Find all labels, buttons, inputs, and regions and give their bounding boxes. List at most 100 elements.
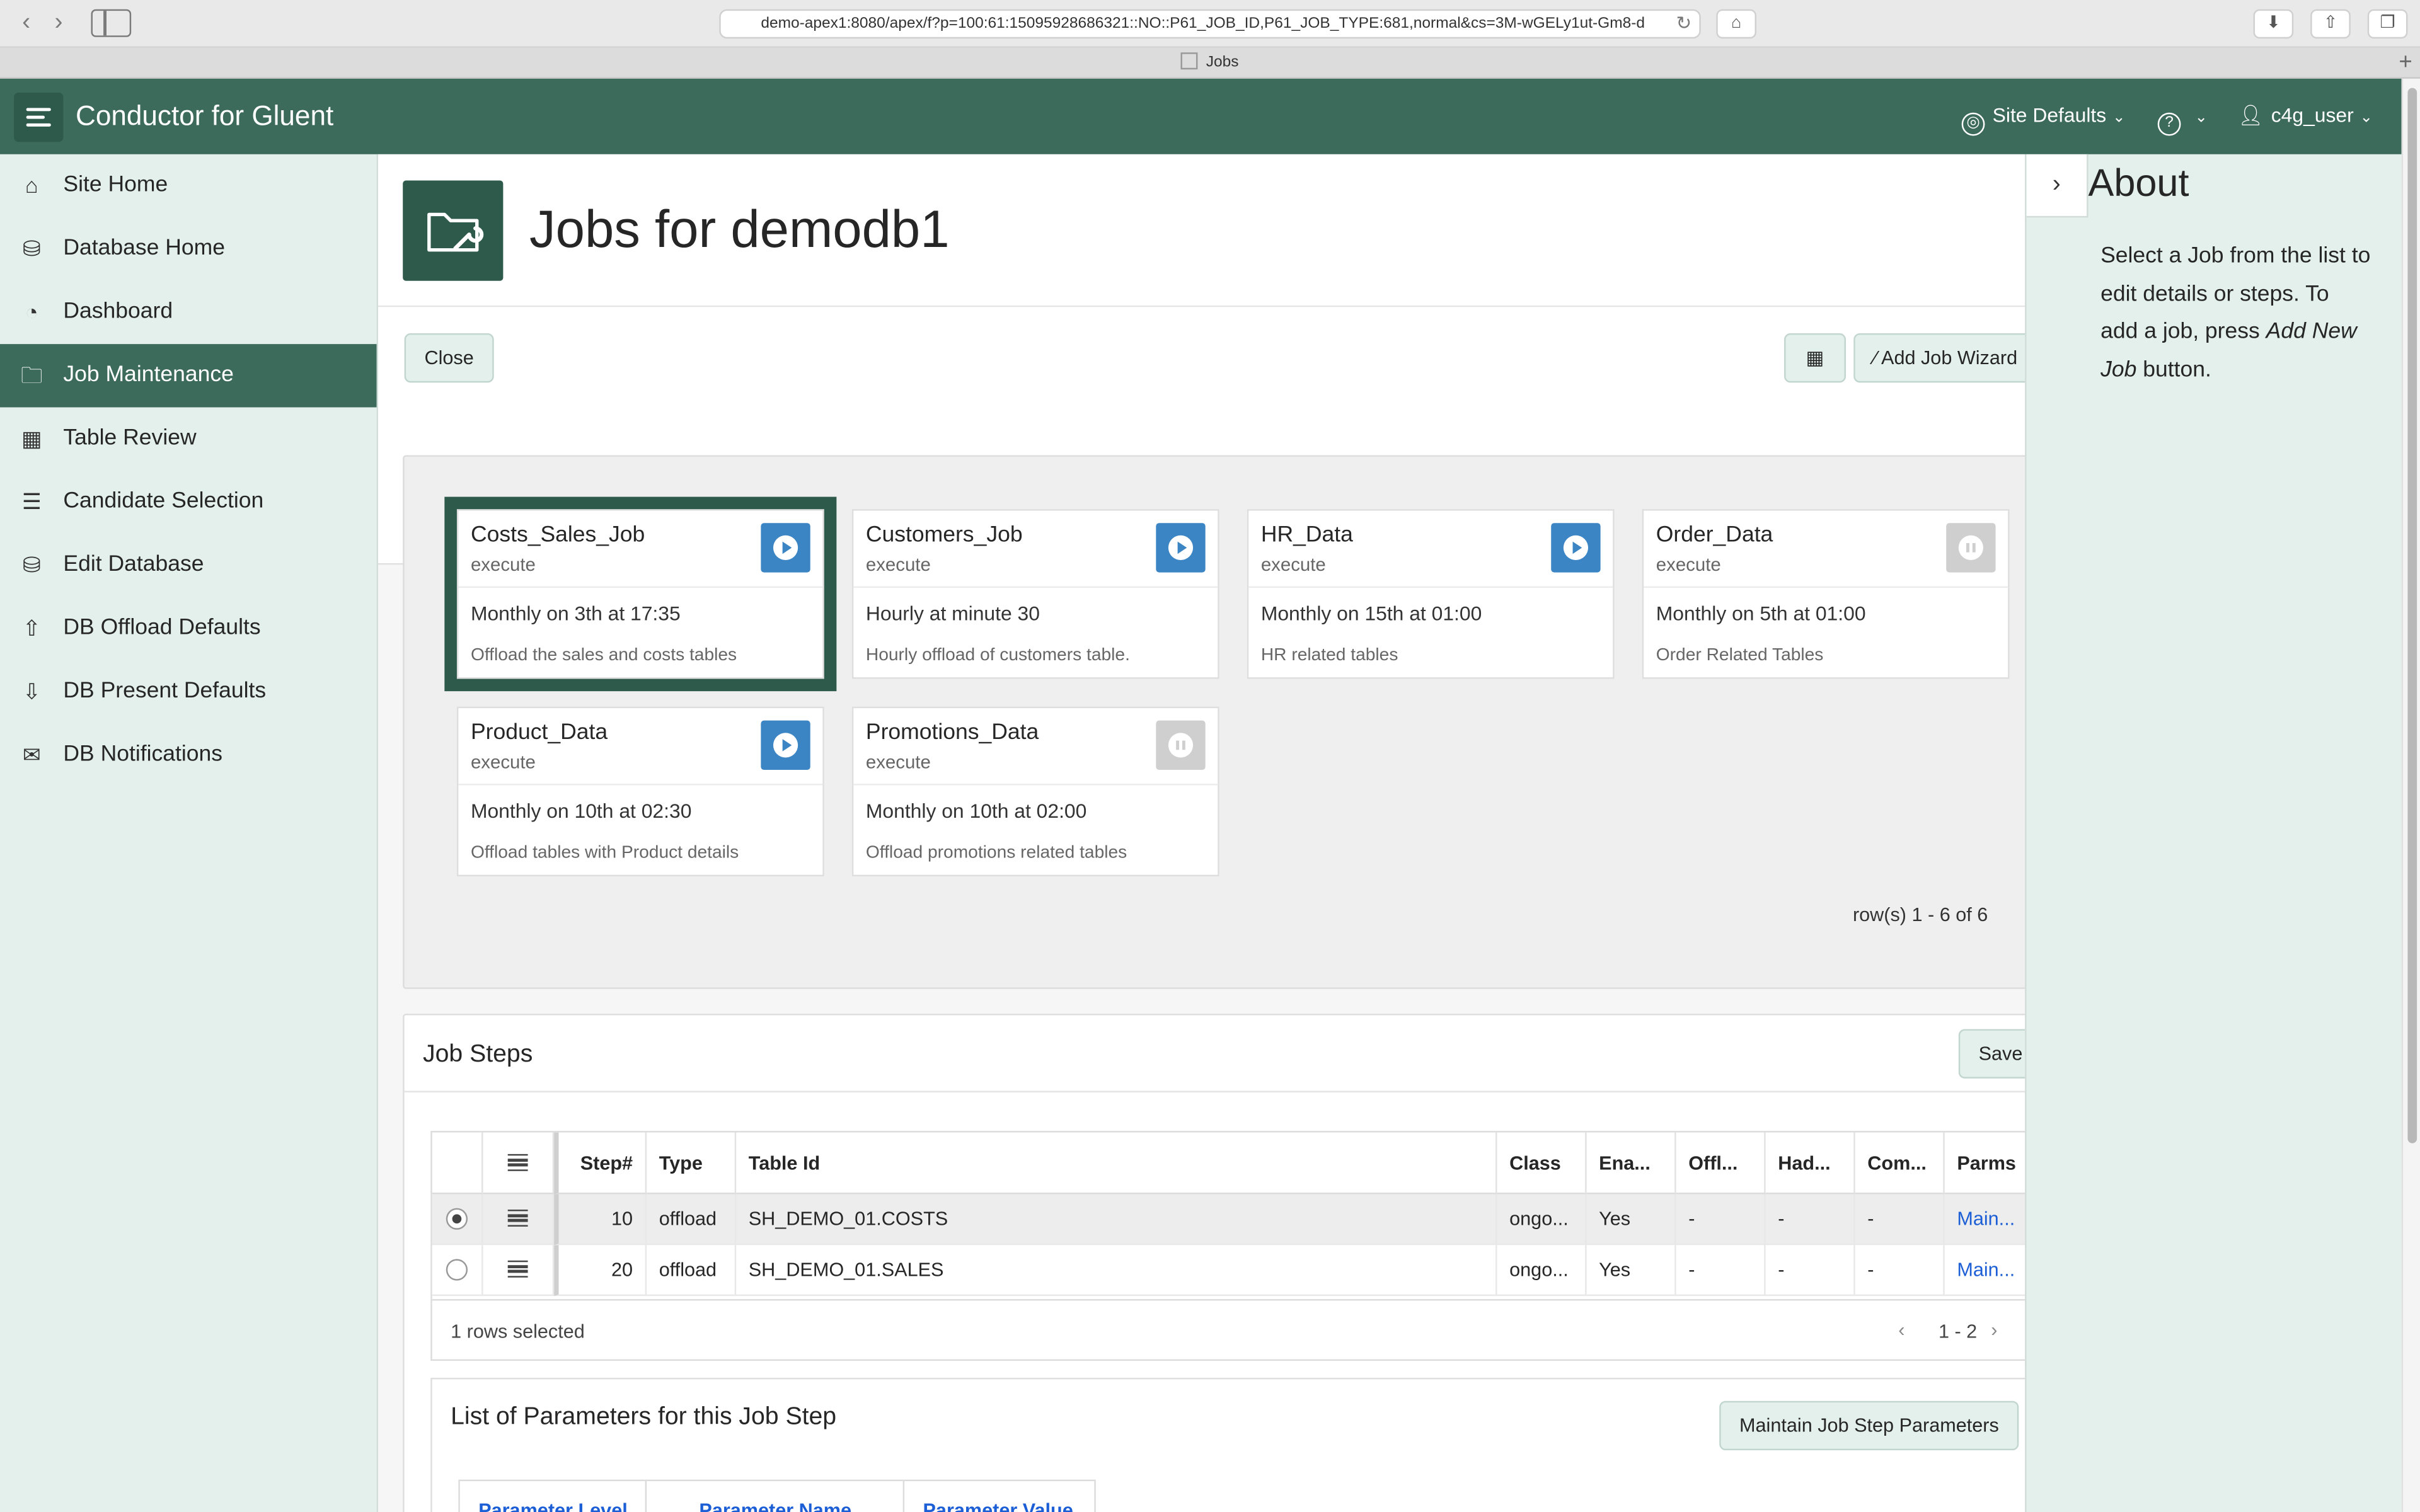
job-card[interactable]: Customers_Job execute Hourly at minute 3… bbox=[851, 509, 1219, 679]
table-row[interactable]: 20 offload SH_DEMO_01.SALES ongo... Yes … bbox=[432, 1245, 2034, 1297]
column-header-parameter-name[interactable]: Parameter Name bbox=[645, 1479, 905, 1512]
selected-count: 1 rows selected bbox=[451, 1320, 585, 1343]
page-title: Jobs for demodb1 bbox=[529, 200, 950, 260]
row-actions-icon[interactable] bbox=[483, 1194, 555, 1246]
address-bar[interactable]: demo-apex1:8080/apex/f?p=100:61:15095928… bbox=[719, 9, 1701, 39]
job-card[interactable]: Promotions_Data execute Monthly on 10th … bbox=[851, 706, 1219, 877]
close-button[interactable]: Close bbox=[404, 333, 494, 383]
column-header-compute[interactable]: Com... bbox=[1855, 1132, 1945, 1194]
column-header-parameter-value[interactable]: Parameter Value bbox=[902, 1479, 1096, 1512]
nav-item-edit-database[interactable]: ⛁ Edit Database bbox=[0, 534, 377, 597]
play-icon[interactable] bbox=[761, 523, 810, 573]
pause-icon[interactable] bbox=[1946, 523, 1996, 573]
nav-item-database-home[interactable]: ⛁ Database Home bbox=[0, 217, 377, 280]
row-actions-icon[interactable] bbox=[483, 1245, 555, 1297]
sliders-icon: ☰ bbox=[21, 489, 42, 514]
page-hero: Jobs for demodb1 bbox=[378, 154, 2025, 307]
step-class: ongo... bbox=[1497, 1245, 1587, 1297]
step-offload: - bbox=[1676, 1194, 1766, 1246]
tab-active[interactable]: Jobs bbox=[0, 52, 2420, 71]
column-header-hadoop[interactable]: Had... bbox=[1765, 1132, 1855, 1194]
new-tab-icon[interactable]: + bbox=[2399, 49, 2412, 76]
step-hadoop: - bbox=[1765, 1194, 1855, 1246]
maintain-job-step-parameters-button[interactable]: Maintain Job Step Parameters bbox=[1719, 1400, 2019, 1451]
job-action: execute bbox=[470, 751, 536, 773]
next-page-icon[interactable]: › bbox=[1991, 1319, 1997, 1341]
nav-item-db-offload-defaults[interactable]: ⇧ DB Offload Defaults bbox=[0, 597, 377, 660]
row-select-radio[interactable] bbox=[432, 1194, 483, 1246]
nav-item-label: DB Notifications bbox=[63, 742, 223, 767]
prev-page-icon[interactable]: ‹ bbox=[1898, 1319, 1904, 1341]
row-select-radio[interactable] bbox=[432, 1245, 483, 1297]
job-schedule: Monthly on 3th at 17:35 bbox=[470, 602, 681, 625]
mail-icon: ✉ bbox=[22, 742, 41, 767]
actions-column-header[interactable] bbox=[483, 1132, 555, 1194]
column-header-type[interactable]: Type bbox=[647, 1132, 737, 1194]
add-job-wizard-button[interactable]: ⁄ Add Job Wizard bbox=[1853, 333, 2037, 383]
play-icon[interactable] bbox=[1156, 523, 1206, 573]
play-icon[interactable] bbox=[1551, 523, 1601, 573]
app-title[interactable]: Conductor for Gluent bbox=[76, 100, 333, 132]
scrollbar-thumb[interactable] bbox=[2407, 88, 2417, 1143]
nav-item-table-review[interactable]: ▦ Table Review bbox=[0, 408, 377, 471]
upload-icon: ⇧ bbox=[22, 616, 41, 641]
chevron-down-icon: ⌄ bbox=[2112, 109, 2126, 127]
browser-toolbar: ‹ › demo-apex1:8080/apex/f?p=100:61:1509… bbox=[0, 0, 2420, 48]
nav-item-db-present-defaults[interactable]: ⇩ DB Present Defaults bbox=[0, 660, 377, 723]
column-header-table-id[interactable]: Table Id bbox=[736, 1132, 1497, 1194]
folder-wrench-icon: 🗀︎ bbox=[21, 362, 43, 387]
job-description: Offload promotions related tables bbox=[865, 844, 1127, 862]
nav-item-site-home[interactable]: ⌂ Site Home bbox=[0, 154, 377, 217]
site-defaults-menu[interactable]: ◎ Site Defaults ⌄ bbox=[1961, 103, 2126, 136]
column-header-class[interactable]: Class bbox=[1497, 1132, 1587, 1194]
nav-item-dashboard[interactable]: ◔ Dashboard bbox=[0, 281, 377, 344]
reload-icon[interactable]: ↻ bbox=[1676, 11, 1691, 37]
nav-item-job-maintenance[interactable]: 🗀︎ Job Maintenance bbox=[0, 344, 377, 408]
column-header-enabled[interactable]: Ena... bbox=[1586, 1132, 1676, 1194]
job-card[interactable]: Product_Data execute Monthly on 10th at … bbox=[456, 706, 824, 877]
help-menu[interactable]: ? ⌄ bbox=[2157, 103, 2208, 136]
share-icon[interactable]: ⇧ bbox=[2310, 9, 2351, 39]
database-icon: ⛁ bbox=[22, 236, 41, 261]
about-panel: › About Select a Job from the list to ed… bbox=[2025, 154, 2402, 1512]
menu-icon[interactable] bbox=[14, 92, 64, 142]
downloads-icon[interactable]: ⬇ bbox=[2253, 9, 2294, 39]
step-enabled: Yes bbox=[1586, 1245, 1676, 1297]
page-scrollbar[interactable] bbox=[2401, 78, 2420, 1512]
job-card[interactable]: HR_Data execute Monthly on 15th at 01:00… bbox=[1247, 509, 1615, 679]
job-card[interactable]: Order_Data execute Monthly on 5th at 01:… bbox=[1642, 509, 2010, 679]
nav-item-db-notifications[interactable]: ✉ DB Notifications bbox=[0, 724, 377, 787]
column-header-parameter-level[interactable]: Parameter Level bbox=[458, 1479, 647, 1512]
maintain-parms-link[interactable]: Main... bbox=[1944, 1245, 2034, 1297]
nav-item-label: Site Home bbox=[63, 173, 168, 198]
job-name: Product_Data bbox=[470, 720, 608, 745]
maintain-parms-link[interactable]: Main... bbox=[1944, 1194, 2034, 1246]
job-description: Order Related Tables bbox=[1656, 646, 1824, 665]
dashboard-icon: ◔ bbox=[25, 299, 38, 324]
calendar-button[interactable]: ▦ bbox=[1784, 333, 1847, 383]
job-cards-region: Costs_Sales_Job execute Monthly on 3th a… bbox=[403, 455, 2061, 989]
back-icon[interactable]: ‹ bbox=[11, 9, 42, 37]
sidebar-toggle-icon[interactable] bbox=[91, 9, 132, 37]
nav-item-label: Dashboard bbox=[63, 299, 173, 324]
job-card[interactable]: Costs_Sales_Job execute Monthly on 3th a… bbox=[444, 496, 837, 692]
nav-item-candidate-selection[interactable]: ☰ Candidate Selection bbox=[0, 471, 377, 534]
column-header-step[interactable]: Step# bbox=[554, 1132, 647, 1194]
tabs-overview-icon[interactable]: ❐ bbox=[2367, 9, 2408, 39]
user-menu[interactable]: 👤︎ c4g_user ⌄ bbox=[2238, 103, 2373, 128]
nav-item-label: DB Present Defaults bbox=[63, 679, 267, 704]
collapse-panel-icon[interactable]: › bbox=[2026, 154, 2089, 218]
job-action: execute bbox=[865, 554, 931, 576]
pause-icon[interactable] bbox=[1156, 720, 1206, 770]
forward-icon[interactable]: › bbox=[43, 9, 74, 37]
table-row[interactable]: 10 offload SH_DEMO_01.COSTS ongo... Yes … bbox=[432, 1194, 2034, 1246]
play-icon[interactable] bbox=[761, 720, 810, 770]
download-icon: ⇩ bbox=[22, 679, 41, 704]
job-description: Hourly offload of customers table. bbox=[865, 646, 1130, 665]
job-name: HR_Data bbox=[1260, 523, 1353, 548]
table-icon: ▦ bbox=[21, 425, 42, 451]
home-icon[interactable]: ⌂ bbox=[1716, 9, 1756, 39]
row-count: row(s) 1 - 6 of 6 bbox=[1852, 904, 1988, 926]
column-header-offload[interactable]: Offl... bbox=[1676, 1132, 1766, 1194]
column-header-parms[interactable]: Parms bbox=[1944, 1133, 2034, 1194]
